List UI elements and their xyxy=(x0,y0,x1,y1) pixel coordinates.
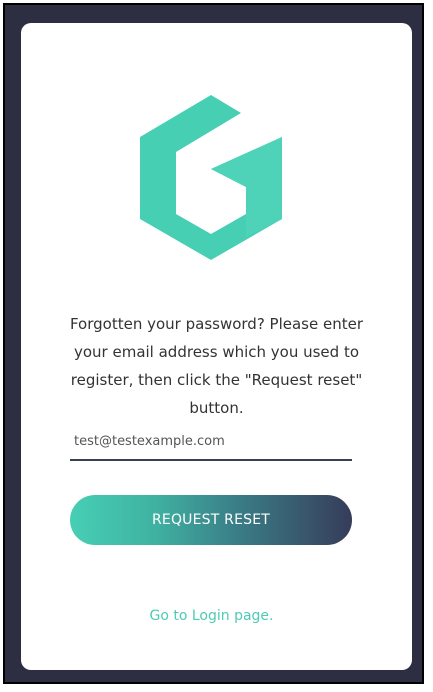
hexagon-g-logo-icon xyxy=(140,95,282,260)
logo-inner-facet xyxy=(211,137,282,237)
reset-instructions-text: Forgotten your password? Please enter yo… xyxy=(69,315,364,417)
go-to-login-link[interactable]: Go to Login page. xyxy=(0,608,423,624)
email-field[interactable] xyxy=(70,423,352,461)
request-reset-button[interactable]: REQUEST RESET xyxy=(70,495,352,545)
